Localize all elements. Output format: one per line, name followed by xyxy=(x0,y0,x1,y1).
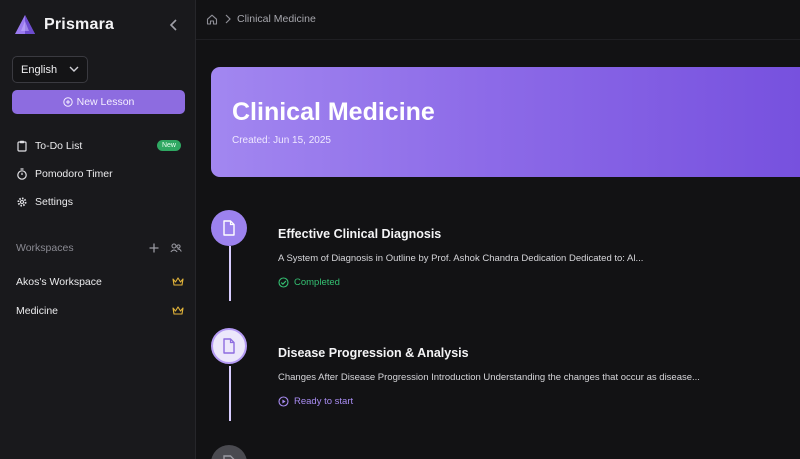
timeline-connector xyxy=(229,366,231,421)
language-select[interactable]: English xyxy=(12,56,88,83)
lesson-node-completed[interactable] xyxy=(211,210,247,246)
workspaces-label: Workspaces xyxy=(16,242,74,254)
workspace-item[interactable]: Medicine xyxy=(16,296,184,325)
breadcrumb-current: Clinical Medicine xyxy=(237,13,316,25)
status-label: Completed xyxy=(294,277,340,288)
chevron-down-icon xyxy=(69,66,79,72)
new-lesson-label: New Lesson xyxy=(76,96,135,108)
chevron-right-icon xyxy=(225,14,231,24)
lesson-title[interactable]: Disease Progression & Analysis xyxy=(278,346,778,360)
prism-logo-icon xyxy=(15,15,35,34)
sidebar: Prismara English New Lesson To-Do List N… xyxy=(0,0,196,459)
lesson-description: Changes After Disease Progression Introd… xyxy=(278,372,700,383)
stopwatch-icon xyxy=(17,168,27,180)
plus-icon xyxy=(149,243,159,253)
lesson-title[interactable]: Effective Clinical Diagnosis xyxy=(278,227,778,241)
document-icon xyxy=(223,220,235,236)
sidebar-item-label: Pomodoro Timer xyxy=(35,168,113,180)
app-name: Prismara xyxy=(44,16,115,33)
workspace-label: Akos's Workspace xyxy=(16,275,102,288)
sidebar-item-pomodoro-timer[interactable]: Pomodoro Timer xyxy=(16,160,184,188)
page-title: Clinical Medicine xyxy=(232,98,435,126)
sidebar-item-todo-list[interactable]: To-Do List New xyxy=(16,132,184,160)
lesson-item[interactable]: Disease Progression & Analysis Changes A… xyxy=(278,346,778,407)
new-badge: New xyxy=(156,140,181,151)
main-content: Clinical Medicine Created: Jun 15, 2025 … xyxy=(196,40,800,459)
home-icon[interactable] xyxy=(206,14,218,25)
workspace-list: Akos's Workspace Medicine xyxy=(16,267,184,325)
breadcrumb: Clinical Medicine xyxy=(206,13,316,25)
lesson-description: A System of Diagnosis in Outline by Prof… xyxy=(278,253,644,264)
join-workspace-button[interactable] xyxy=(168,240,184,256)
course-header: Clinical Medicine Created: Jun 15, 2025 xyxy=(211,67,800,177)
workspaces-header: Workspaces xyxy=(16,240,184,256)
sidebar-item-label: To-Do List xyxy=(35,140,83,152)
timeline-connector xyxy=(229,246,231,301)
status-badge: Ready to start xyxy=(278,396,778,407)
sidebar-item-settings[interactable]: Settings xyxy=(16,188,184,216)
collapse-sidebar-button[interactable] xyxy=(166,17,182,33)
topbar: Clinical Medicine xyxy=(196,0,800,40)
chevron-left-icon xyxy=(169,19,177,31)
brand[interactable]: Prismara xyxy=(14,14,114,36)
new-lesson-button[interactable]: New Lesson xyxy=(12,90,185,114)
crown-icon xyxy=(172,305,184,315)
add-workspace-button[interactable] xyxy=(146,240,162,256)
sidebar-nav: To-Do List New Pomodoro Timer Settings xyxy=(16,132,184,216)
document-icon xyxy=(223,455,235,459)
check-circle-icon xyxy=(278,277,289,288)
lesson-node-pending[interactable] xyxy=(211,328,247,364)
clipboard-icon xyxy=(17,140,27,152)
document-icon xyxy=(223,338,235,354)
gear-icon xyxy=(17,197,27,207)
lesson-node-locked[interactable] xyxy=(211,445,247,459)
language-value: English xyxy=(21,63,58,76)
status-label: Ready to start xyxy=(294,396,354,407)
status-badge: Completed xyxy=(278,277,778,288)
sidebar-item-label: Settings xyxy=(35,196,73,208)
workspace-item[interactable]: Akos's Workspace xyxy=(16,267,184,296)
crown-icon xyxy=(172,276,184,286)
workspace-label: Medicine xyxy=(16,304,59,317)
users-icon xyxy=(170,243,182,253)
created-date: Created: Jun 15, 2025 xyxy=(232,135,331,146)
plus-circle-icon xyxy=(62,97,73,107)
play-circle-icon xyxy=(278,396,289,407)
lesson-item[interactable]: Effective Clinical Diagnosis A System of… xyxy=(278,227,778,288)
